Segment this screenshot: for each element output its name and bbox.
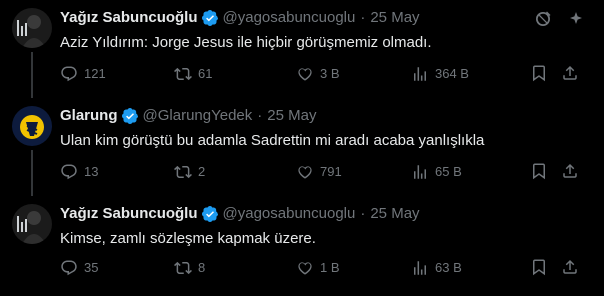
views-icon <box>414 165 426 179</box>
display-name[interactable]: Yağız Sabuncuoğlu <box>60 204 198 224</box>
reply-icon <box>61 260 77 276</box>
verified-badge-icon <box>201 205 219 223</box>
reply-button[interactable]: 121 <box>60 64 106 84</box>
retweet-icon <box>174 165 192 179</box>
share-icon <box>563 259 577 274</box>
tweet-header: Yağız Sabuncuoğlu @yagosabuncuoglu · 25 … <box>60 204 420 224</box>
like-count: 1 B <box>320 260 340 275</box>
reply-icon <box>61 66 77 82</box>
tweet-header: Glarung @GlarungYedek · 25 May <box>60 106 316 126</box>
tweet-actions: 13 2 791 65 B <box>60 162 590 182</box>
views-button[interactable]: 63 B <box>411 258 462 278</box>
views-button[interactable]: 65 B <box>411 162 462 182</box>
tweet-text: Kimse, zamlı sözleşme kapmak üzere. <box>60 230 316 247</box>
like-button[interactable]: 1 B <box>296 258 340 278</box>
share-icon <box>563 65 577 80</box>
views-icon <box>414 67 426 81</box>
display-name[interactable]: Glarung <box>60 106 118 126</box>
retweet-button[interactable]: 2 <box>174 162 205 182</box>
share-icon <box>563 163 577 178</box>
view-count: 63 B <box>435 260 462 275</box>
bookmark-button[interactable] <box>530 162 548 180</box>
reply-count: 35 <box>84 260 99 275</box>
avatar[interactable] <box>12 204 52 244</box>
like-count: 791 <box>320 164 342 179</box>
avatar[interactable] <box>12 8 52 48</box>
views-icon <box>414 261 426 275</box>
tweet[interactable]: Yağız Sabuncuoğlu @yagosabuncuoglu · 25 … <box>0 196 604 296</box>
retweet-button[interactable]: 8 <box>174 258 205 278</box>
bookmark-icon <box>533 163 545 180</box>
verified-badge-icon <box>201 9 219 27</box>
grok-icon[interactable] <box>533 9 553 29</box>
more-icon[interactable] <box>566 9 586 29</box>
tweet[interactable]: Glarung @GlarungYedek · 25 May Ulan kim … <box>0 98 604 196</box>
views-button[interactable]: 364 B <box>411 64 469 84</box>
retweet-count: 2 <box>198 164 206 179</box>
tweet-header: Yağız Sabuncuoğlu @yagosabuncuoglu · 25 … <box>60 8 420 28</box>
like-icon <box>298 166 312 179</box>
retweet-icon <box>174 67 192 81</box>
separator: · <box>360 205 366 222</box>
like-icon <box>298 68 312 81</box>
timestamp[interactable]: 25 May <box>267 106 316 126</box>
reply-icon <box>61 164 77 180</box>
user-handle[interactable]: @yagosabuncuoglu <box>223 204 356 224</box>
like-button[interactable]: 791 <box>296 162 342 182</box>
tweet-text: Aziz Yıldırım: Jorge Jesus ile hiçbir gö… <box>60 34 432 51</box>
tweet-text: Ulan kim görüştü bu adamla Sadrettin mi … <box>60 132 485 149</box>
display-name[interactable]: Yağız Sabuncuoğlu <box>60 8 198 28</box>
reply-button[interactable]: 35 <box>60 258 98 278</box>
view-count: 364 B <box>435 66 469 81</box>
tweet-actions: 121 61 3 B 364 B <box>60 64 590 84</box>
reply-count: 13 <box>84 164 99 179</box>
share-button[interactable] <box>561 162 579 180</box>
bookmark-button[interactable] <box>530 258 548 276</box>
like-icon <box>298 262 312 275</box>
retweet-icon <box>174 261 192 275</box>
separator: · <box>257 107 263 124</box>
separator: · <box>360 9 366 26</box>
retweet-count: 8 <box>198 260 206 275</box>
like-button[interactable]: 3 B <box>296 64 340 84</box>
user-handle[interactable]: @yagosabuncuoglu <box>223 8 356 28</box>
tweet-thread: Yağız Sabuncuoğlu @yagosabuncuoglu · 25 … <box>0 0 604 296</box>
timestamp[interactable]: 25 May <box>370 8 419 28</box>
share-button[interactable] <box>561 258 579 276</box>
user-handle[interactable]: @GlarungYedek <box>143 106 253 126</box>
view-count: 65 B <box>435 164 462 179</box>
retweet-button[interactable]: 61 <box>174 64 212 84</box>
tweet-actions: 35 8 1 B 63 B <box>60 258 590 278</box>
tweet[interactable]: Yağız Sabuncuoğlu @yagosabuncuoglu · 25 … <box>0 0 604 98</box>
timestamp[interactable]: 25 May <box>370 204 419 224</box>
like-count: 3 B <box>320 66 340 81</box>
bookmark-icon <box>533 65 545 82</box>
verified-badge-icon <box>121 107 139 125</box>
reply-button[interactable]: 13 <box>60 162 98 182</box>
retweet-count: 61 <box>198 66 213 81</box>
share-button[interactable] <box>561 64 579 82</box>
avatar[interactable] <box>12 106 52 146</box>
bookmark-button[interactable] <box>530 64 548 82</box>
bookmark-icon <box>533 259 545 276</box>
reply-count: 121 <box>84 66 106 81</box>
